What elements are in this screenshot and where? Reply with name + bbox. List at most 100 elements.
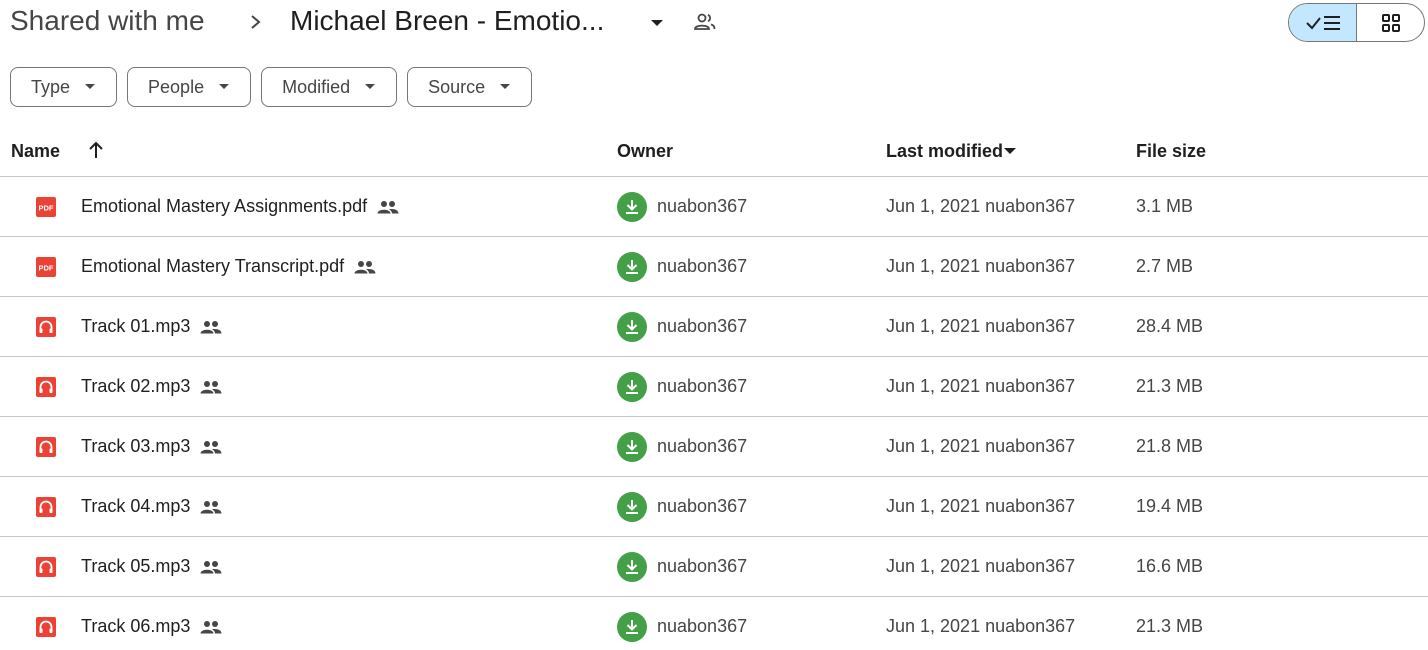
last-modified: Jun 1, 2021 nuabon367 [886, 376, 1076, 396]
table-header: Name Owner Last modified File size [0, 127, 1428, 177]
shared-folder-people-icon [694, 13, 716, 30]
file-name[interactable]: Emotional Mastery Transcript.pdf [81, 256, 376, 277]
shared-people-icon [200, 500, 222, 513]
shared-people-icon [200, 320, 222, 333]
caret-down-icon [365, 84, 376, 89]
filter-type[interactable]: Type [10, 67, 118, 107]
filter-label: Type [31, 76, 71, 97]
column-header-file-size[interactable]: File size [1136, 141, 1206, 162]
file-name-text: Emotional Mastery Transcript.pdf [81, 256, 345, 276]
last-modified: Jun 1, 2021 nuabon367 [886, 316, 1076, 336]
download-icon [626, 620, 638, 634]
chevron-right-icon [251, 15, 261, 29]
svg-text:PDF: PDF [39, 264, 54, 273]
column-header-last-modified[interactable]: Last modified [886, 141, 1003, 162]
owner-name: nuabon367 [657, 256, 748, 276]
file-name[interactable]: Track 04.mp3 [81, 496, 222, 517]
file-size: 19.4 MB [1136, 496, 1204, 516]
owner-name: nuabon367 [657, 616, 748, 636]
file-name-text: Track 06.mp3 [81, 616, 191, 636]
shared-people-icon [200, 560, 222, 573]
owner-avatar [617, 252, 647, 282]
table-row[interactable]: Track 06.mp3 nuabon367 Jun 1, 2021 nuabon3… [0, 597, 1428, 650]
file-size: 2.7 MB [1136, 256, 1194, 276]
view-toggle [1288, 3, 1425, 42]
file-name[interactable]: Track 03.mp3 [81, 436, 222, 457]
owner-avatar [617, 552, 647, 582]
table-row[interactable]: Track 02.mp3 nuabon367 Jun 1, 2021 nuabon3… [0, 357, 1428, 417]
table-row[interactable]: PDF Emotional Mastery Assignments.pdf nuab… [0, 177, 1428, 237]
shared-people-icon [200, 620, 222, 633]
breadcrumb-current-folder[interactable]: Michael Breen - Emotio... [290, 5, 604, 37]
download-icon [626, 320, 638, 334]
table-row[interactable]: Track 03.mp3 nuabon367 Jun 1, 2021 nuabon3… [0, 417, 1428, 477]
filter-bar: Type People Modified Source [10, 67, 533, 107]
table-row[interactable]: Track 05.mp3 nuabon367 Jun 1, 2021 nuabon3… [0, 537, 1428, 597]
last-modified: Jun 1, 2021 nuabon367 [886, 496, 1076, 516]
file-name[interactable]: Emotional Mastery Assignments.pdf [81, 196, 399, 217]
caret-down-icon[interactable] [646, 12, 668, 34]
owner-avatar [617, 612, 647, 642]
download-icon [626, 500, 638, 514]
file-size: 21.8 MB [1136, 436, 1204, 456]
audio-file-icon [36, 497, 56, 517]
table-row[interactable]: Track 04.mp3 nuabon367 Jun 1, 2021 nuabon3… [0, 477, 1428, 537]
filter-label: Source [428, 76, 486, 97]
file-name[interactable]: Track 02.mp3 [81, 376, 222, 397]
caret-down-icon [85, 84, 96, 89]
audio-file-icon [36, 437, 56, 457]
last-modified: Jun 1, 2021 nuabon367 [886, 616, 1076, 636]
file-name[interactable]: Track 06.mp3 [81, 616, 222, 637]
caret-down-icon [219, 84, 230, 89]
filter-modified[interactable]: Modified [261, 67, 398, 107]
shared-people-icon [354, 260, 376, 273]
download-icon [626, 200, 638, 214]
grid-icon [1381, 13, 1400, 32]
caret-down-icon [500, 84, 511, 89]
audio-file-icon [36, 617, 56, 637]
table-row[interactable]: Track 01.mp3 nuabon367 Jun 1, 2021 nuabon3… [0, 297, 1428, 357]
breadcrumb-shared-with-me[interactable]: Shared with me [10, 5, 205, 37]
shared-people-icon [200, 440, 222, 453]
file-name-text: Track 02.mp3 [81, 376, 191, 396]
owner-avatar [617, 312, 647, 342]
owner-name: nuabon367 [657, 376, 748, 396]
file-size: 28.4 MB [1136, 316, 1204, 336]
owner-avatar [617, 192, 647, 222]
file-name-text: Track 03.mp3 [81, 436, 191, 456]
owner-avatar [617, 432, 647, 462]
caret-down-icon[interactable] [1003, 147, 1017, 156]
pdf-file-icon: PDF [36, 197, 56, 217]
download-icon [626, 440, 638, 454]
shared-people-icon [377, 200, 399, 213]
file-list: PDF Emotional Mastery Assignments.pdf nuab… [0, 177, 1428, 650]
owner-avatar [617, 492, 647, 522]
owner-name: nuabon367 [657, 316, 748, 336]
file-name-text: Track 04.mp3 [81, 496, 191, 516]
owner-name: nuabon367 [657, 436, 748, 456]
shared-people-icon [200, 380, 222, 393]
page-header: Shared with me Michael Breen - Emotio... [0, 0, 1428, 44]
audio-file-icon [36, 377, 56, 397]
file-name[interactable]: Track 05.mp3 [81, 556, 222, 577]
owner-name: nuabon367 [657, 496, 748, 516]
file-name-text: Emotional Mastery Assignments.pdf [81, 196, 368, 216]
table-row[interactable]: PDF Emotional Mastery Transcript.pdf nuabo… [0, 237, 1428, 297]
list-view-button[interactable] [1289, 4, 1357, 41]
column-header-owner[interactable]: Owner [617, 141, 673, 162]
grid-view-button[interactable] [1357, 4, 1424, 41]
last-modified: Jun 1, 2021 nuabon367 [886, 196, 1076, 216]
filter-label: Modified [282, 76, 351, 97]
file-name[interactable]: Track 01.mp3 [81, 316, 222, 337]
arrow-up-icon[interactable] [86, 139, 106, 161]
owner-name: nuabon367 [657, 556, 748, 576]
audio-file-icon [36, 317, 56, 337]
file-size: 21.3 MB [1136, 376, 1204, 396]
owner-avatar [617, 372, 647, 402]
filter-people[interactable]: People [127, 67, 252, 107]
filter-label: People [148, 76, 205, 97]
audio-file-icon [36, 557, 56, 577]
column-header-name[interactable]: Name [11, 141, 60, 162]
filter-source[interactable]: Source [407, 67, 533, 107]
file-size: 16.6 MB [1136, 556, 1204, 576]
